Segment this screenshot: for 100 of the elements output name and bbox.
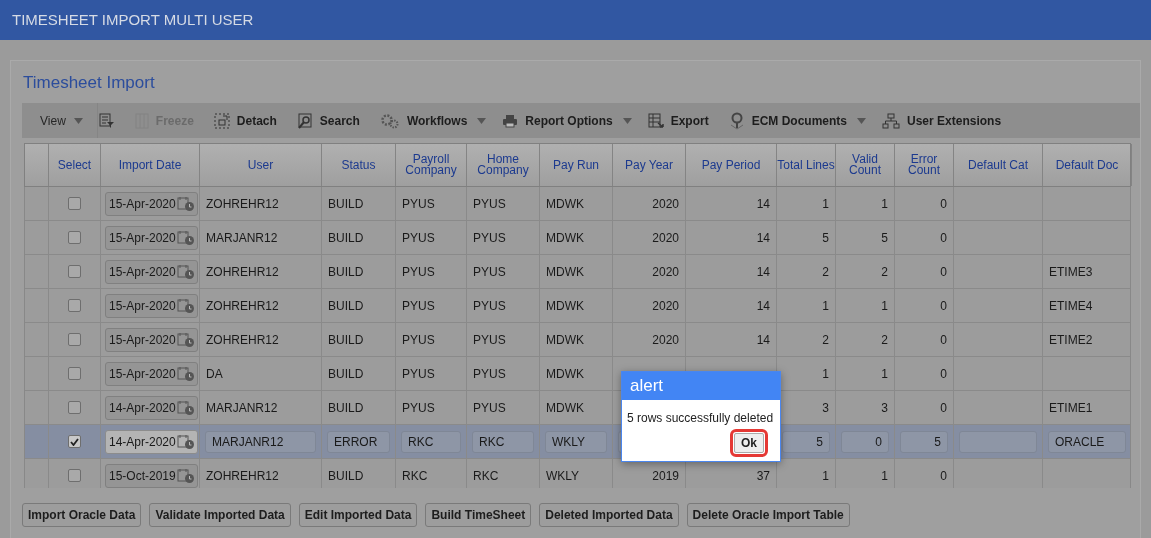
printer-icon [502, 113, 519, 128]
input-field[interactable]: 5 [782, 430, 830, 453]
calendar-icon [176, 297, 195, 314]
checkbox[interactable] [68, 435, 81, 448]
toolbar-button[interactable]: Search [286, 103, 370, 138]
column-header[interactable]: Total Lines [777, 144, 836, 186]
table-cell: 2 [881, 264, 888, 279]
panel-title: Timesheet Import [22, 72, 156, 94]
input-field[interactable]: MARJANR12 [205, 430, 316, 453]
column-header[interactable]: Payroll Company [396, 144, 467, 186]
table-cell: BUILD [328, 230, 364, 245]
calendar-icon [176, 229, 195, 246]
table-cell: ETIME2 [1049, 332, 1093, 347]
table-cell: MDWK [546, 264, 584, 279]
checkbox[interactable] [68, 197, 81, 210]
date-field[interactable]: 15-Apr-2020 [105, 293, 198, 318]
table-cell: 5 [822, 230, 829, 245]
table-cell: PYUS [473, 400, 506, 415]
action-button[interactable]: Delete Oracle Import Table [686, 503, 850, 527]
table-row[interactable]: 15-Apr-2020 ZOHREHR12 BUILD PYUS PYUS MDWK 2020 14 1 1 0 [25, 187, 1130, 221]
column-header[interactable]: Default Doc [1043, 144, 1132, 186]
column-header[interactable]: Select [49, 144, 101, 186]
table-cell: PYUS [473, 298, 506, 313]
input-field[interactable]: RKC [472, 430, 534, 453]
checkbox[interactable] [68, 469, 81, 482]
table-row[interactable]: 15-Apr-2020 ZOHREHR12 BUILD PYUS PYUS MDWK 2020 14 2 2 0 ETIME3 [25, 255, 1130, 289]
input-field[interactable]: RKC [401, 430, 461, 453]
table-cell: 0 [940, 230, 947, 245]
action-button[interactable]: Validate Imported Data [149, 503, 291, 527]
detach-icon [213, 112, 230, 129]
column-header[interactable]: Import Date [101, 144, 200, 186]
toolbar-button[interactable]: User Extensions [872, 103, 1012, 138]
input-field[interactable]: ORACLE [1048, 430, 1126, 453]
column-header[interactable]: Error Count [895, 144, 954, 186]
table-cell: 1 [881, 298, 888, 313]
column-header[interactable]: Pay Period [686, 144, 777, 186]
input-field[interactable]: WKLY [545, 430, 607, 453]
table-cell: BUILD [328, 400, 364, 415]
spreadsheet-icon [647, 112, 664, 129]
table-cell: PYUS [402, 366, 435, 381]
caret-icon[interactable] [622, 117, 632, 124]
input-field[interactable]: 5 [900, 430, 948, 453]
input-field[interactable]: 0 [841, 430, 889, 453]
table-cell: 2019 [652, 468, 679, 483]
column-header[interactable]: Status [322, 144, 396, 186]
action-button[interactable]: Import Oracle Data [22, 503, 142, 527]
table-cell: ZOHREHR12 [206, 298, 279, 313]
checkbox[interactable] [68, 265, 81, 278]
date-field[interactable]: 15-Apr-2020 [105, 259, 198, 284]
caret-icon[interactable] [857, 117, 866, 124]
column-header[interactable]: Home Company [467, 144, 540, 186]
table-row[interactable]: 15-Apr-2020 ZOHREHR12 BUILD PYUS PYUS MDWK 2020 14 2 2 0 ETIME2 [25, 323, 1130, 357]
table-cell: 0 [940, 264, 947, 279]
table-cell: 1 [881, 468, 888, 483]
toolbar-button[interactable]: Export [637, 103, 719, 138]
checkbox[interactable] [68, 231, 81, 244]
toolbar-button[interactable]: ECM Documents [718, 103, 857, 138]
checkbox[interactable] [68, 333, 81, 346]
table-cell: ETIME3 [1049, 264, 1093, 279]
table-row[interactable]: 15-Apr-2020 ZOHREHR12 BUILD PYUS PYUS MDWK 2020 14 1 1 0 ETIME4 [25, 289, 1130, 323]
calendar-icon [176, 365, 195, 382]
checkbox[interactable] [68, 401, 81, 414]
table-row[interactable]: 15-Apr-2020 MARJANR12 BUILD PYUS PYUS MDWK 2020 14 5 5 0 [25, 221, 1130, 255]
table-cell: 1 [822, 468, 829, 483]
table-cell: 2 [822, 264, 829, 279]
table-cell: 2 [881, 332, 888, 347]
toolbar-button[interactable]: Workflows [369, 103, 478, 138]
date-field[interactable]: 15-Oct-2019 [105, 463, 198, 488]
date-field[interactable]: 15-Apr-2020 [105, 361, 198, 386]
date-field[interactable]: 14-Apr-2020 [105, 429, 198, 454]
action-button[interactable]: Build TimeSheet [425, 503, 532, 527]
table-cell: 14 [756, 196, 770, 211]
date-field[interactable]: 15-Apr-2020 [105, 191, 198, 216]
toolbar-button[interactable]: Detach [203, 103, 287, 138]
column-header[interactable]: Pay Run [540, 144, 613, 186]
checkbox[interactable] [68, 299, 81, 312]
column-header[interactable]: Pay Year [613, 144, 686, 186]
checkbox[interactable] [68, 367, 81, 380]
column-header[interactable]: Valid Count [836, 144, 895, 186]
column-header[interactable]: User [200, 144, 322, 186]
action-button[interactable]: Deleted Imported Data [539, 503, 679, 527]
date-field[interactable]: 15-Apr-2020 [105, 225, 198, 250]
action-button[interactable]: Edit Imported Data [298, 503, 418, 527]
table-cell: 1 [822, 196, 829, 211]
caret-icon[interactable] [73, 117, 83, 124]
table-cell: MDWK [546, 400, 584, 415]
date-field[interactable]: 14-Apr-2020 [105, 395, 198, 420]
table-cell: 2020 [652, 332, 679, 347]
table-cell: MARJANR12 [206, 230, 278, 245]
table-cell: RKC [402, 468, 428, 483]
input-field[interactable]: ERROR [327, 430, 390, 453]
calendar-icon [176, 331, 195, 348]
caret-icon[interactable] [477, 117, 487, 124]
date-field[interactable]: 15-Apr-2020 [105, 327, 198, 352]
table-cell: 0 [940, 298, 947, 313]
table-cell: BUILD [328, 332, 364, 347]
table-cell: 2020 [652, 264, 679, 279]
table-cell: PYUS [402, 400, 435, 415]
column-header[interactable]: Default Cat [954, 144, 1043, 186]
toolbar-button[interactable]: Report Options [492, 103, 623, 138]
